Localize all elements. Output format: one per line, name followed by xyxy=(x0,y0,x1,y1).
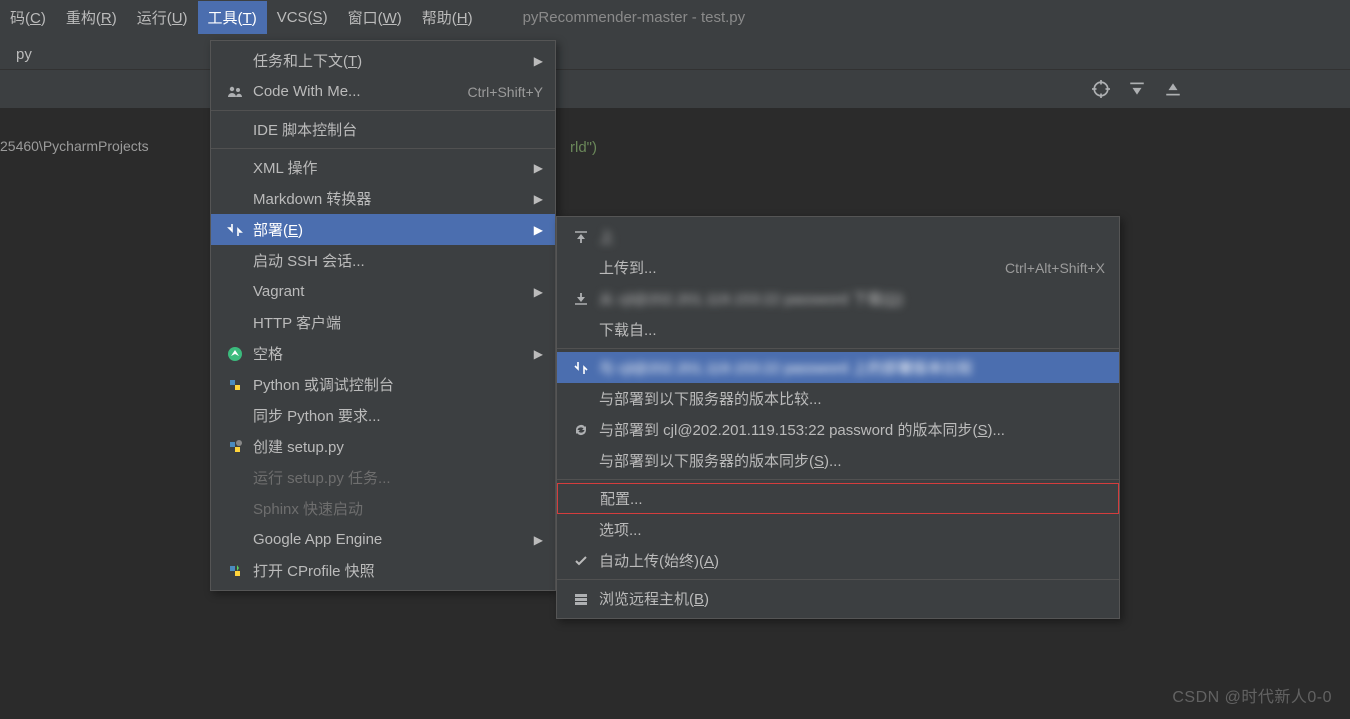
menu-vcs[interactable]: VCS(S) xyxy=(267,3,338,32)
menu-python-console[interactable]: Python 或调试控制台 xyxy=(211,369,555,400)
tools-dropdown: 任务和上下文(T)▶ Code With Me...Ctrl+Shift+Y I… xyxy=(210,40,556,591)
code-fragment: rld") xyxy=(570,138,597,156)
collapse-icon[interactable] xyxy=(1164,80,1182,98)
target-icon[interactable] xyxy=(1092,80,1110,98)
refresh-icon xyxy=(571,422,591,438)
check-icon xyxy=(571,553,591,569)
deploy-submenu: 上 上传到...Ctrl+Alt+Shift+X 从 cjl@202.201.1… xyxy=(556,216,1120,619)
menu-gae[interactable]: Google App Engine▶ xyxy=(211,524,555,555)
python-profile-icon xyxy=(225,563,245,579)
submenu-compare-server[interactable]: 与 cjl@202.201.119.153:22 password 上的部署版本… xyxy=(557,352,1119,383)
submenu-configure[interactable]: 配置... xyxy=(557,483,1119,514)
tab-file[interactable]: py xyxy=(0,40,48,69)
people-icon xyxy=(225,84,245,100)
tabbar: py xyxy=(0,34,1350,70)
deploy-icon xyxy=(225,222,245,238)
toolbar xyxy=(0,70,1350,108)
submenu-sync-any[interactable]: 与部署到以下服务器的版本同步(S)... xyxy=(557,445,1119,476)
window-title: pyRecommender-master - test.py xyxy=(523,9,746,26)
menu-deploy[interactable]: 部署(E)▶ xyxy=(211,214,555,245)
separator xyxy=(557,479,1119,480)
menu-sphinx: Sphinx 快速启动 xyxy=(211,493,555,524)
menu-markdown[interactable]: Markdown 转换器▶ xyxy=(211,183,555,214)
submenu-download-from-server[interactable]: 从 cjl@202.201.119.153:22 password 下载(D) xyxy=(557,283,1119,314)
menu-help[interactable]: 帮助(H) xyxy=(412,1,483,34)
menu-tools[interactable]: 工具(T) xyxy=(198,1,267,34)
menu-ssh[interactable]: 启动 SSH 会话... xyxy=(211,245,555,276)
expand-icon[interactable] xyxy=(1128,80,1146,98)
menu-window[interactable]: 窗口(W) xyxy=(338,1,412,34)
submenu-browse-host[interactable]: 浏览远程主机(B) xyxy=(557,583,1119,614)
python-console-icon xyxy=(225,377,245,393)
menu-ide-console[interactable]: IDE 脚本控制台 xyxy=(211,114,555,145)
menu-tasks[interactable]: 任务和上下文(T)▶ xyxy=(211,45,555,76)
separator xyxy=(211,110,555,111)
download-icon xyxy=(571,291,591,307)
menu-http-client[interactable]: HTTP 客户端 xyxy=(211,307,555,338)
separator xyxy=(211,148,555,149)
menu-codewithme[interactable]: Code With Me...Ctrl+Shift+Y xyxy=(211,76,555,107)
python-gear-icon xyxy=(225,439,245,455)
submenu-compare-any[interactable]: 与部署到以下服务器的版本比较... xyxy=(557,383,1119,414)
menu-space[interactable]: 空格▶ xyxy=(211,338,555,369)
separator xyxy=(557,579,1119,580)
menu-refactor[interactable]: 重构(R) xyxy=(56,1,127,34)
watermark: CSDN @时代新人0-0 xyxy=(1172,683,1332,707)
sync-icon xyxy=(571,360,591,376)
menu-vagrant[interactable]: Vagrant▶ xyxy=(211,276,555,307)
submenu-auto-upload[interactable]: 自动上传(始终)(A) xyxy=(557,545,1119,576)
submenu-upload-to[interactable]: 上传到...Ctrl+Alt+Shift+X xyxy=(557,252,1119,283)
menu-sync-requirements[interactable]: 同步 Python 要求... xyxy=(211,400,555,431)
menubar: 码(C) 重构(R) 运行(U) 工具(T) VCS(S) 窗口(W) 帮助(H… xyxy=(0,0,1350,34)
menu-cprofile[interactable]: 打开 CProfile 快照 xyxy=(211,555,555,586)
menu-xml[interactable]: XML 操作▶ xyxy=(211,152,555,183)
menu-run[interactable]: 运行(U) xyxy=(127,1,198,34)
menu-code[interactable]: 码(C) xyxy=(0,1,56,34)
submenu-options[interactable]: 选项... xyxy=(557,514,1119,545)
space-icon xyxy=(225,346,245,362)
separator xyxy=(557,348,1119,349)
submenu-upload-to-server[interactable]: 上 xyxy=(557,221,1119,252)
project-path: 25460\PycharmProjects xyxy=(0,138,149,154)
upload-icon xyxy=(571,229,591,245)
host-icon xyxy=(571,591,591,607)
menu-create-setup[interactable]: 创建 setup.py xyxy=(211,431,555,462)
menu-run-setup: 运行 setup.py 任务... xyxy=(211,462,555,493)
submenu-download-from[interactable]: 下载自... xyxy=(557,314,1119,345)
submenu-sync-server[interactable]: 与部署到 cjl@202.201.119.153:22 password 的版本… xyxy=(557,414,1119,445)
